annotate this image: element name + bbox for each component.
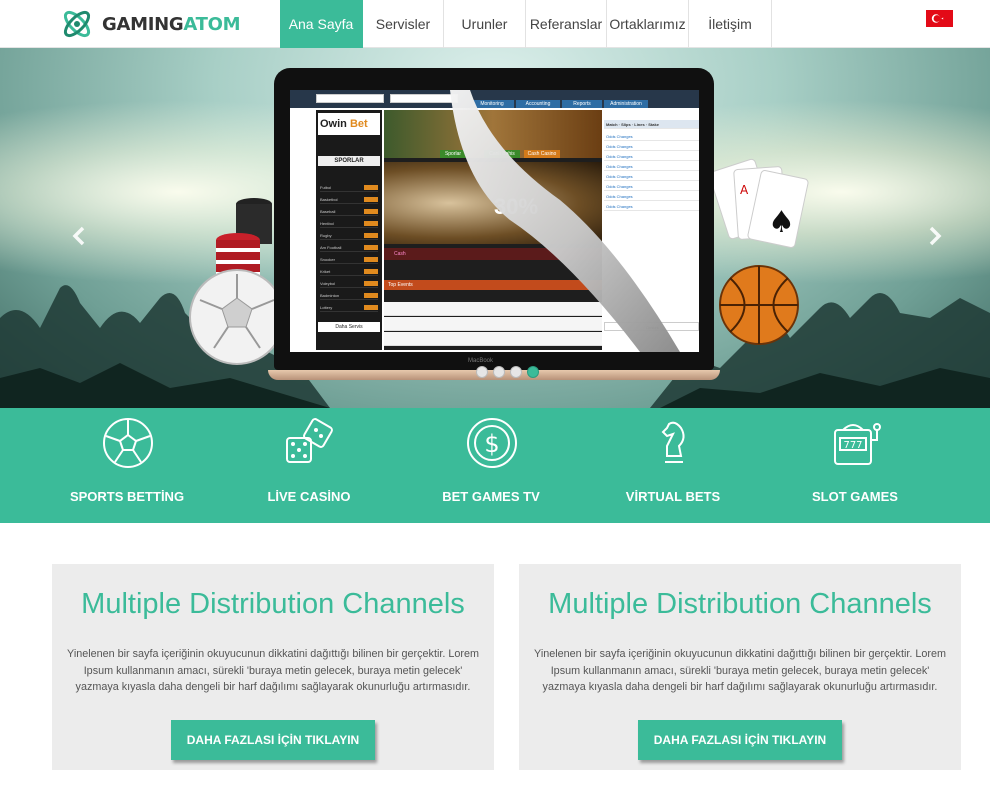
main-nav: Ana Sayfa Servisler Urunler Referanslar … bbox=[280, 0, 772, 48]
laptop-mockup: Monitoring Accounting Reports Administra… bbox=[268, 68, 720, 384]
screen-sport-row: Badminton bbox=[320, 292, 378, 300]
screen-sport-label: Voleybol bbox=[320, 281, 336, 286]
screen-sport-row: Hentbol bbox=[320, 220, 378, 228]
nav-item-ortaklarimiz[interactable]: Ortaklarımız bbox=[607, 0, 689, 48]
brand-name-part2: ATOM bbox=[183, 13, 241, 35]
soccer-ball-icon bbox=[103, 418, 153, 468]
screen-sports-sidebar: Owin Bet SPORLAR Futbol Basketbol Baseba… bbox=[316, 110, 382, 350]
dollar-coin-icon: $ bbox=[467, 418, 517, 468]
read-more-button[interactable]: DAHA FAZLASI İÇİN TIKLAYIN bbox=[171, 720, 375, 760]
screen-search-field bbox=[316, 94, 384, 103]
chevron-right-icon bbox=[929, 226, 942, 246]
screen-sport-label: Hentbol bbox=[320, 221, 334, 226]
atom-logo-icon bbox=[63, 10, 91, 38]
turkey-flag-icon[interactable] bbox=[926, 10, 953, 27]
screen-filter-field bbox=[390, 94, 458, 103]
nav-item-servisler[interactable]: Servisler bbox=[363, 0, 444, 48]
brand-name-part1: GAMING bbox=[102, 13, 184, 35]
feature-virtual-bets[interactable]: VİRTUAL BETS bbox=[583, 408, 763, 523]
svg-text:A: A bbox=[740, 183, 749, 197]
screen-sport-row: Rugby bbox=[320, 232, 378, 240]
features-strip: SPORTS BETTİNG LİVE CASİNO $ BET GAMES T… bbox=[0, 408, 990, 523]
feature-label: SPORTS BETTİNG bbox=[69, 489, 185, 504]
feature-label: VİRTUAL BETS bbox=[625, 489, 721, 504]
screen-sports-heading: SPORLAR bbox=[318, 156, 380, 166]
screen-sport-row: Futbol bbox=[320, 184, 378, 192]
page-curl-effect bbox=[450, 90, 680, 352]
screen-sport-row: Baseball bbox=[320, 208, 378, 216]
playing-cards: ♠ A bbox=[712, 158, 809, 248]
svg-text:$: $ bbox=[484, 430, 499, 458]
dice-icon bbox=[286, 418, 333, 463]
feature-label: BET GAMES TV bbox=[442, 489, 540, 504]
screen-sport-label: Baseball bbox=[320, 209, 336, 214]
content-card: Multiple Distribution Channels Yinelenen… bbox=[519, 564, 961, 770]
screen-all-sports-button: Daha Servis bbox=[318, 322, 380, 332]
card-body: Yinelenen bir sayfa içeriğinin okuyucunu… bbox=[67, 648, 479, 694]
slider-dot-1[interactable] bbox=[476, 366, 488, 378]
content-card: Multiple Distribution Channels Yinelenen… bbox=[52, 564, 494, 770]
slider-pagination bbox=[476, 366, 539, 378]
feature-label: SLOT GAMES bbox=[812, 489, 898, 504]
screen-sport-label: Am Football bbox=[320, 245, 342, 250]
slider-prev-button[interactable] bbox=[66, 216, 90, 256]
slider-next-button[interactable] bbox=[924, 216, 948, 256]
nav-item-urunler[interactable]: Urunler bbox=[444, 0, 526, 48]
slider-dot-4[interactable] bbox=[527, 366, 539, 378]
chess-knight-icon bbox=[661, 421, 685, 463]
screen-logo-part1: Owin bbox=[320, 118, 347, 130]
read-more-button[interactable]: DAHA FAZLASI İÇİN TIKLAYIN bbox=[638, 720, 842, 760]
feature-live-casino[interactable]: LİVE CASİNO bbox=[219, 408, 399, 523]
basketball bbox=[719, 265, 799, 345]
screen-site-logo: Owin Bet bbox=[318, 113, 380, 135]
card-title: Multiple Distribution Channels bbox=[548, 588, 932, 620]
nav-item-iletisim[interactable]: İletişim bbox=[689, 0, 772, 48]
card-title: Multiple Distribution Channels bbox=[81, 588, 465, 620]
svg-text:♠: ♠ bbox=[768, 205, 795, 240]
site-logo[interactable]: GAMINGATOM bbox=[60, 6, 240, 42]
screen-sport-label: Rugby bbox=[320, 233, 332, 238]
hero-slider: ♠ A Monitoring Accounting Reports Admini… bbox=[0, 48, 990, 408]
laptop-screen: Monitoring Accounting Reports Administra… bbox=[290, 90, 699, 352]
screen-sport-label: Basketbol bbox=[320, 197, 338, 202]
chevron-left-icon bbox=[72, 226, 85, 246]
laptop-brand-label: MacBook bbox=[468, 358, 494, 364]
screen-sport-row: Snooker bbox=[320, 256, 378, 264]
screen-logo-part2: Bet bbox=[349, 118, 368, 130]
site-header: GAMINGATOM Ana Sayfa Servisler Urunler R… bbox=[0, 0, 990, 48]
screen-sport-label: Badminton bbox=[320, 293, 340, 298]
screen-sport-label: Lottery bbox=[320, 305, 333, 310]
slider-dot-2[interactable] bbox=[493, 366, 505, 378]
screen-sport-row: Am Football bbox=[320, 244, 378, 252]
slider-dot-3[interactable] bbox=[510, 366, 522, 378]
screen-sport-row: Voleybol bbox=[320, 280, 378, 288]
brand-name: GAMINGATOM bbox=[102, 14, 240, 35]
screen-sport-row: Kriket bbox=[320, 268, 378, 276]
screen-sport-label: Futbol bbox=[320, 185, 332, 190]
screen-sport-row: Lottery bbox=[320, 304, 378, 312]
card-body: Yinelenen bir sayfa içeriğinin okuyucunu… bbox=[534, 648, 946, 694]
feature-slot-games[interactable]: 777 SLOT GAMES bbox=[765, 408, 945, 523]
slot-machine-icon: 777 bbox=[834, 423, 881, 465]
nav-item-ana-sayfa[interactable]: Ana Sayfa bbox=[280, 0, 363, 48]
screen-sport-label: Snooker bbox=[320, 257, 335, 262]
feature-sports-betting[interactable]: SPORTS BETTİNG bbox=[37, 408, 217, 523]
nav-item-referanslar[interactable]: Referanslar bbox=[526, 0, 607, 48]
screen-sport-row: Basketbol bbox=[320, 196, 378, 204]
screen-sport-label: Kriket bbox=[320, 269, 331, 274]
svg-text:777: 777 bbox=[843, 440, 862, 451]
feature-label: LİVE CASİNO bbox=[267, 489, 351, 504]
feature-bet-games-tv[interactable]: $ BET GAMES TV bbox=[401, 408, 581, 523]
